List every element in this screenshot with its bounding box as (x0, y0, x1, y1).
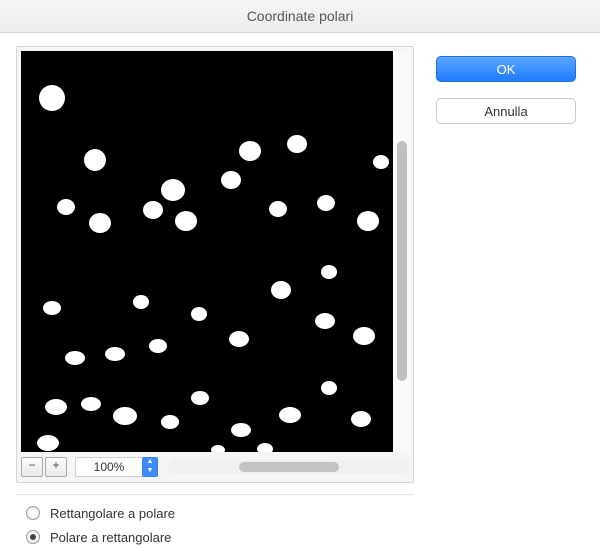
preview-dot (271, 281, 291, 299)
option-rect-to-polar[interactable]: Rettangolare a polare (26, 501, 404, 525)
preview-dot (315, 313, 335, 329)
zoom-stepper-up-icon[interactable]: ▲ (143, 458, 157, 467)
horizontal-scrollbar[interactable] (168, 460, 409, 474)
preview-dot (231, 423, 251, 437)
zoom-out-button[interactable]: − (21, 457, 43, 477)
preview-dot (113, 407, 137, 425)
preview-panel: − + 100% ▲ ▼ (16, 46, 414, 483)
preview-dot (357, 211, 379, 231)
option-polar-to-rect[interactable]: Polare a rettangolare (26, 525, 404, 549)
preview-footer: − + 100% ▲ ▼ (21, 456, 409, 478)
zoom-level-field[interactable]: 100% (75, 457, 143, 477)
preview-dot (105, 347, 125, 361)
radio-icon[interactable] (26, 530, 40, 544)
preview-dot (81, 397, 101, 411)
cancel-button[interactable]: Annulla (436, 98, 576, 124)
preview-dot (65, 351, 85, 365)
preview-dot (317, 195, 335, 211)
preview-dot (133, 295, 149, 309)
preview-dot (287, 135, 307, 153)
preview-dot (191, 307, 207, 321)
horizontal-scrollbar-thumb[interactable] (239, 462, 339, 472)
zoom-in-button[interactable]: + (45, 457, 67, 477)
preview-dot (257, 443, 273, 452)
options-group: Rettangolare a polare Polare a rettangol… (16, 494, 414, 551)
preview-dot (161, 179, 185, 201)
preview-dot (351, 411, 371, 427)
preview-dot (57, 199, 75, 215)
preview-dot (143, 201, 163, 219)
dialog-content: − + 100% ▲ ▼ OK Annulla (0, 32, 600, 551)
preview-dot (269, 201, 287, 217)
preview-dot (221, 171, 241, 189)
ok-button[interactable]: OK (436, 56, 576, 82)
dialog-title: Coordinate polari (0, 0, 600, 33)
zoom-stepper[interactable]: ▲ ▼ (142, 457, 158, 477)
preview-dot (161, 415, 179, 429)
preview-canvas-wrap (21, 51, 409, 452)
preview-dot (175, 211, 197, 231)
preview-dot (89, 213, 111, 233)
preview-dot (321, 381, 337, 395)
preview-dot (239, 141, 261, 161)
radio-icon[interactable] (26, 506, 40, 520)
preview-dot (37, 435, 59, 451)
dialog-window: Coordinate polari − + 100% ▲ ▼ (0, 0, 600, 551)
dialog-buttons: OK Annulla (436, 56, 576, 124)
zoom-stepper-down-icon[interactable]: ▼ (143, 467, 157, 476)
preview-dot (321, 265, 337, 279)
preview-dot (149, 339, 167, 353)
preview-dot (39, 85, 65, 111)
preview-dot (279, 407, 301, 423)
preview-canvas[interactable] (21, 51, 393, 452)
vertical-scrollbar-thumb[interactable] (397, 141, 407, 381)
preview-dot (353, 327, 375, 345)
preview-dot (211, 445, 225, 452)
preview-dot (191, 391, 209, 405)
preview-dot (373, 155, 389, 169)
preview-dot (45, 399, 67, 415)
preview-dot (84, 149, 106, 171)
preview-dot (229, 331, 249, 347)
zoom-level-value: 100% (94, 458, 125, 476)
preview-dot (43, 301, 61, 315)
option-label: Polare a rettangolare (50, 530, 171, 545)
vertical-scrollbar[interactable] (393, 51, 409, 452)
option-label: Rettangolare a polare (50, 506, 175, 521)
